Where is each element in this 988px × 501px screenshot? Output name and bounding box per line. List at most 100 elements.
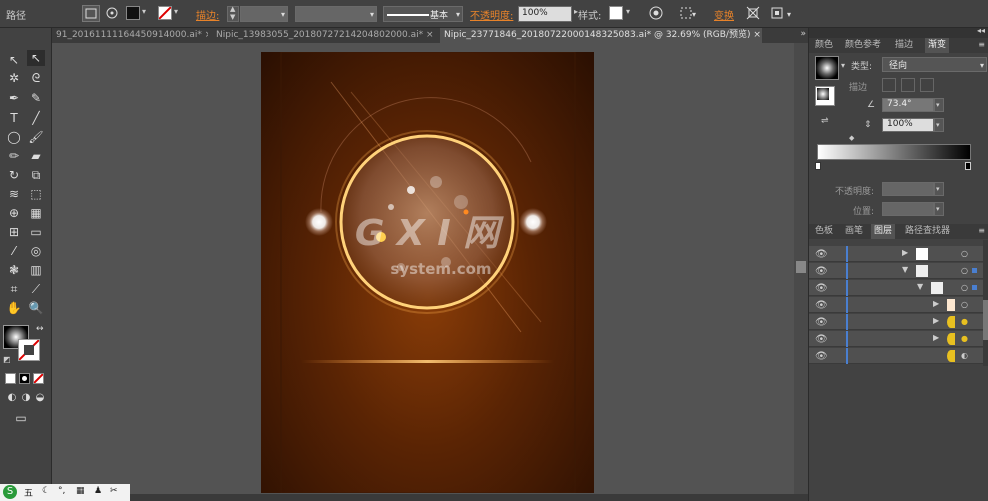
fill-swatch[interactable]	[126, 6, 140, 20]
visibility-eye-icon[interactable]: 👁	[815, 300, 828, 311]
ime-moon-icon[interactable]: ☾	[42, 486, 50, 496]
free-transform-tool-icon[interactable]: ⬚	[27, 186, 45, 202]
gradient-tool-icon[interactable]: ▭	[27, 224, 45, 240]
stop-opacity-dropdown[interactable]: ▾	[934, 182, 944, 196]
gradient-slider[interactable]	[817, 144, 971, 160]
column-graph-tool-icon[interactable]: ▥	[27, 262, 45, 278]
layers-menu-icon[interactable]: ≡	[978, 226, 985, 235]
target-icon[interactable]: ●	[961, 317, 968, 326]
rotate-tool-icon[interactable]: ↻	[5, 167, 23, 183]
screen-mode-icon[interactable]: ▭	[12, 410, 30, 426]
shape-builder-tool-icon[interactable]: ⊕	[5, 205, 23, 221]
close-icon[interactable]: ×	[753, 30, 761, 40]
ime-user-icon[interactable]: ♟	[94, 486, 102, 496]
stroke-color-box[interactable]	[18, 339, 40, 361]
gradient-thumbnail[interactable]	[815, 56, 839, 80]
scale-tool-icon[interactable]: ⧉	[27, 167, 45, 183]
layer-row[interactable]: 👁 ◐	[809, 348, 988, 364]
vertical-scrollbar[interactable]	[794, 43, 808, 494]
visibility-eye-icon[interactable]: 👁	[815, 266, 828, 277]
target-icon[interactable]: ◐	[961, 351, 968, 360]
close-icon[interactable]: ×	[426, 30, 434, 40]
arrange-icon[interactable]: ▾	[770, 5, 796, 24]
aspect-dropdown[interactable]: ▾	[934, 118, 944, 132]
gradient-preset-dropdown-icon[interactable]: ▾	[841, 61, 845, 70]
pencil-tool-icon[interactable]: ✏	[5, 148, 23, 164]
type-tool-icon[interactable]: T	[5, 110, 23, 126]
layer-row[interactable]: 👁 ▶ ●	[809, 331, 988, 347]
line-tool-icon[interactable]: ╱	[27, 110, 45, 126]
fill-dropdown-icon[interactable]: ▾	[142, 7, 146, 16]
visibility-eye-icon[interactable]: 👁	[815, 283, 828, 294]
direct-selection-tool-icon[interactable]: ↖	[27, 50, 45, 66]
lasso-tool-icon[interactable]: ᘓ	[27, 70, 45, 86]
variable-width-dropdown[interactable]: ▾	[295, 6, 377, 22]
transform-link[interactable]: 变换	[714, 7, 734, 22]
opacity-field[interactable]: 100%	[518, 6, 572, 22]
ime-logo-icon[interactable]: S	[3, 485, 17, 499]
eyedropper-tool-icon[interactable]: ⁄	[5, 243, 23, 259]
stroke-along-icon[interactable]	[901, 78, 915, 92]
anchor-icon[interactable]	[104, 5, 122, 22]
tab-swatches[interactable]: 色板	[815, 224, 833, 239]
stroke-across-icon[interactable]	[920, 78, 934, 92]
artboard-tool-icon[interactable]: ⌗	[5, 281, 23, 297]
style-dropdown-icon[interactable]: ▾	[626, 7, 630, 16]
doc-tab-active[interactable]: Nipic_23771846_20180722000148325083.ai* …	[440, 28, 762, 43]
location-dropdown[interactable]: ▾	[934, 202, 944, 216]
doc-tab[interactable]: Nipic_13983055_20180727214204802000.ai* …	[212, 28, 438, 43]
panel-menu-icon[interactable]: ≡	[978, 40, 985, 49]
layer-row[interactable]: 👁 ▼ ○	[809, 280, 988, 296]
gradient-type-select[interactable]: 径向 ▾	[882, 57, 987, 72]
none-mode-icon[interactable]	[33, 373, 44, 384]
gradient-fill-stroke-box[interactable]	[815, 86, 835, 106]
perspective-grid-tool-icon[interactable]: ▦	[27, 205, 45, 221]
angle-dropdown[interactable]: ▾	[934, 98, 944, 112]
opacity-label[interactable]: 不透明度:	[470, 7, 513, 22]
stroke-dropdown-icon[interactable]: ▾	[174, 7, 178, 16]
target-icon[interactable]: ○	[961, 266, 968, 275]
close-icon[interactable]: ×	[205, 30, 208, 40]
doc-tab[interactable]: 91_20161111164450914000.ai* ×	[52, 28, 208, 43]
hand-tool-icon[interactable]: ✋	[5, 300, 23, 316]
ime-keyboard-icon[interactable]: ▦	[76, 486, 85, 496]
transform-each-icon[interactable]	[745, 5, 761, 24]
tab-color[interactable]: 颜色	[815, 38, 833, 53]
ime-settings-icon[interactable]: ✂	[110, 486, 118, 496]
pen-tool-icon[interactable]: ✒	[5, 90, 23, 106]
tab-stroke[interactable]: 描边	[895, 38, 913, 53]
curvature-tool-icon[interactable]: ✎	[27, 90, 45, 106]
mesh-tool-icon[interactable]: ⊞	[5, 224, 23, 240]
eraser-tool-icon[interactable]: ▰	[27, 148, 45, 164]
tab-brushes[interactable]: 画笔	[845, 224, 863, 239]
color-stop-left[interactable]	[815, 162, 821, 170]
color-stop-right[interactable]	[965, 162, 971, 170]
ime-punct-icon[interactable]: °,	[58, 486, 65, 496]
visibility-eye-icon[interactable]: 👁	[815, 317, 828, 328]
stroke-weight-field[interactable]: ▾	[240, 6, 288, 22]
stop-opacity-field[interactable]	[882, 182, 934, 196]
recolor-artwork-icon[interactable]	[648, 5, 664, 24]
slice-tool-icon[interactable]: ⟋	[27, 281, 45, 297]
tab-gradient[interactable]: 渐变	[925, 38, 950, 53]
layers-scrollbar[interactable]	[983, 240, 988, 366]
blend-tool-icon[interactable]: ◎	[27, 243, 45, 259]
stroke-swatch[interactable]	[158, 6, 172, 20]
layer-row[interactable]: 👁 ▶ ●	[809, 314, 988, 330]
midpoint-icon[interactable]: ◆	[849, 134, 854, 142]
angle-field[interactable]: 73.4°	[882, 98, 934, 112]
color-mode-icon[interactable]	[5, 373, 16, 384]
isolate-icon[interactable]	[82, 5, 100, 22]
visibility-eye-icon[interactable]: 👁	[815, 249, 828, 260]
gradient-mode-icon[interactable]	[19, 373, 30, 384]
graphic-style-swatch[interactable]	[609, 6, 623, 20]
layer-row[interactable]: 👁 ▶ ○	[809, 246, 988, 262]
stroke-label[interactable]: 描边:	[196, 7, 219, 22]
location-field[interactable]	[882, 202, 934, 216]
target-icon[interactable]: ○	[961, 283, 968, 292]
visibility-eye-icon[interactable]: 👁	[815, 351, 828, 362]
aspect-ratio-field[interactable]: 100%	[882, 118, 934, 132]
paintbrush-tool-icon[interactable]: 🖌	[27, 129, 45, 145]
stroke-weight-stepper[interactable]: ▲ ▼	[227, 5, 239, 22]
layer-row[interactable]: 👁 ▼ ○	[809, 263, 988, 279]
